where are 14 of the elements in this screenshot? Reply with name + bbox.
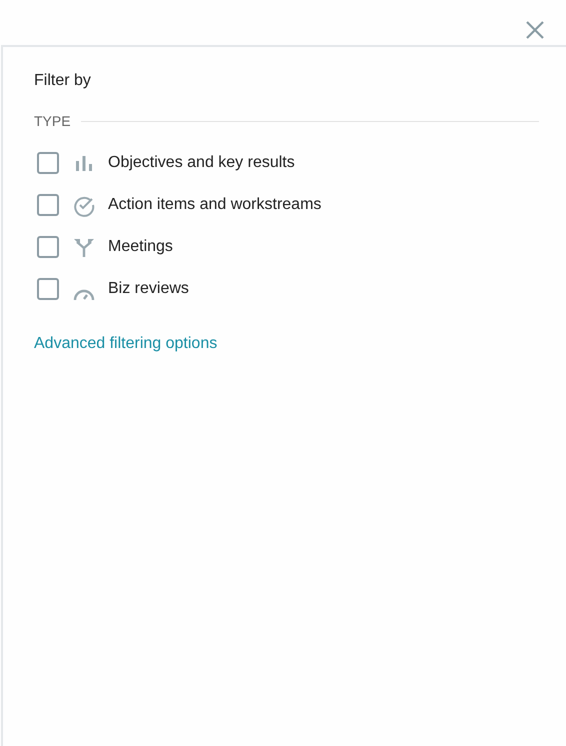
type-label: Meetings (108, 237, 173, 257)
gauge-icon (72, 289, 96, 301)
close-button[interactable] (524, 19, 546, 41)
close-icon (524, 19, 546, 41)
panel-heading: Filter by (34, 71, 92, 91)
type-checkbox[interactable] (37, 236, 59, 258)
type-checkbox[interactable] (37, 152, 59, 174)
type-label: Biz reviews (108, 279, 189, 299)
type-label: Objectives and key results (108, 153, 295, 173)
section-label: TYPE (34, 112, 71, 131)
type-label: Action items and workstreams (108, 195, 322, 215)
type-checkbox[interactable] (37, 194, 59, 216)
type-checkbox[interactable] (37, 278, 59, 300)
advanced-filtering-link[interactable]: Advanced filtering options (34, 332, 218, 356)
